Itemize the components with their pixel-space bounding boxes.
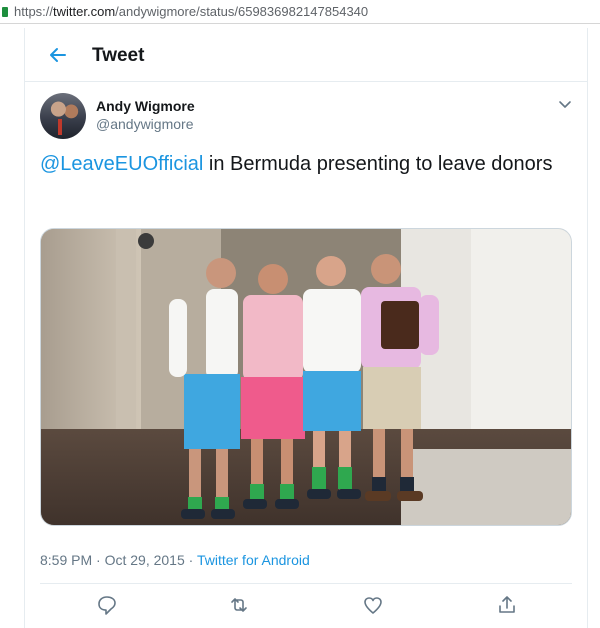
divider <box>40 583 572 584</box>
column-border-left <box>24 28 25 628</box>
source-link[interactable]: Twitter for Android <box>197 552 310 568</box>
url-path: /andywigmore/status/659836982147854340 <box>115 4 369 19</box>
author-name[interactable]: Andy Wigmore <box>96 98 195 114</box>
timestamp[interactable]: 8:59 PM · Oct 29, 2015 · <box>40 552 197 568</box>
action-bar <box>40 594 572 620</box>
mention-link[interactable]: @LeaveEUOfficial <box>40 153 203 175</box>
like-icon[interactable] <box>362 594 384 616</box>
column-border-right <box>587 28 588 628</box>
tweet-text-body: in Bermuda presenting to leave donors <box>203 153 553 175</box>
url-host: twitter.com <box>53 4 116 19</box>
share-icon[interactable] <box>496 594 518 616</box>
retweet-icon[interactable] <box>228 594 250 616</box>
lock-icon <box>2 6 8 17</box>
tweet-text: @LeaveEUOfficial in Bermuda presenting t… <box>40 150 570 178</box>
url-text[interactable]: https://twitter.com/andywigmore/status/6… <box>14 4 368 19</box>
address-bar[interactable]: https://twitter.com/andywigmore/status/6… <box>0 0 600 24</box>
tweet-photo[interactable] <box>40 228 572 526</box>
chevron-down-icon[interactable] <box>558 96 572 108</box>
author-handle[interactable]: @andywigmore <box>96 116 193 132</box>
page-title: Tweet <box>92 45 145 66</box>
page-header: Tweet <box>25 30 587 82</box>
avatar[interactable] <box>40 93 86 139</box>
back-arrow-icon[interactable] <box>45 42 71 68</box>
avatar-tie-detail <box>58 119 62 135</box>
tweet-timestamp-line: 8:59 PM · Oct 29, 2015 · Twitter for And… <box>40 552 310 568</box>
reply-icon[interactable] <box>96 594 118 616</box>
url-scheme: https:// <box>14 4 54 19</box>
